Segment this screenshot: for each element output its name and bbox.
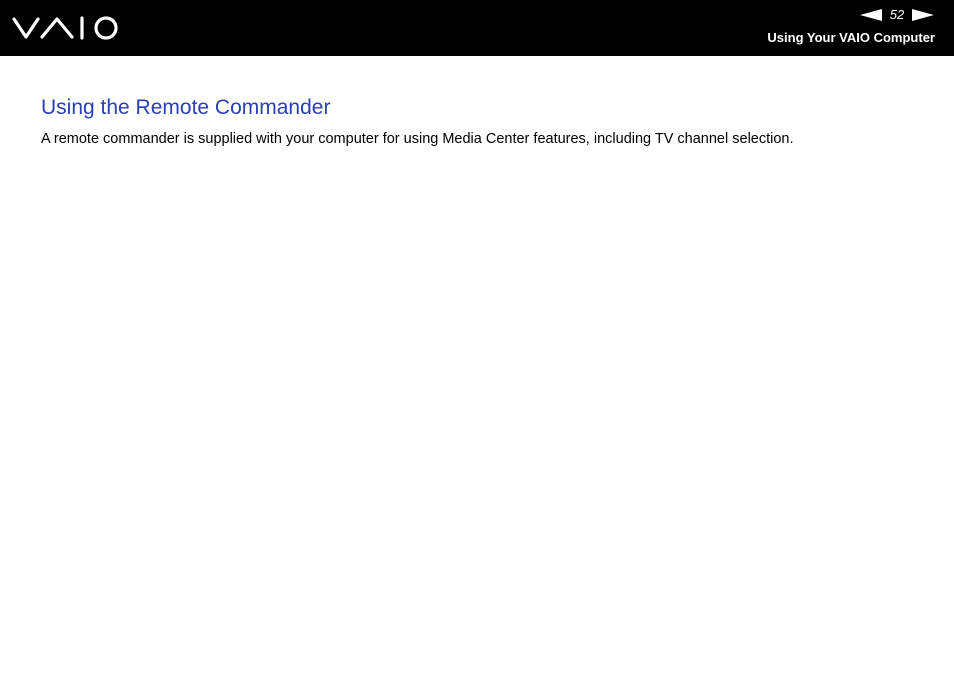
document-page: 52 Using Your VAIO Computer Using the Re… bbox=[0, 0, 954, 674]
body-paragraph: A remote commander is supplied with your… bbox=[41, 131, 794, 147]
page-heading: Using the Remote Commander bbox=[41, 96, 331, 119]
triangle-left-icon[interactable] bbox=[860, 9, 882, 21]
vaio-logo bbox=[12, 16, 118, 40]
page-navigation: 52 bbox=[860, 7, 934, 23]
page-number: 52 bbox=[889, 7, 905, 22]
section-title: Using Your VAIO Computer bbox=[767, 30, 935, 45]
triangle-right-icon[interactable] bbox=[912, 9, 934, 21]
header-bar: 52 Using Your VAIO Computer bbox=[0, 0, 954, 56]
